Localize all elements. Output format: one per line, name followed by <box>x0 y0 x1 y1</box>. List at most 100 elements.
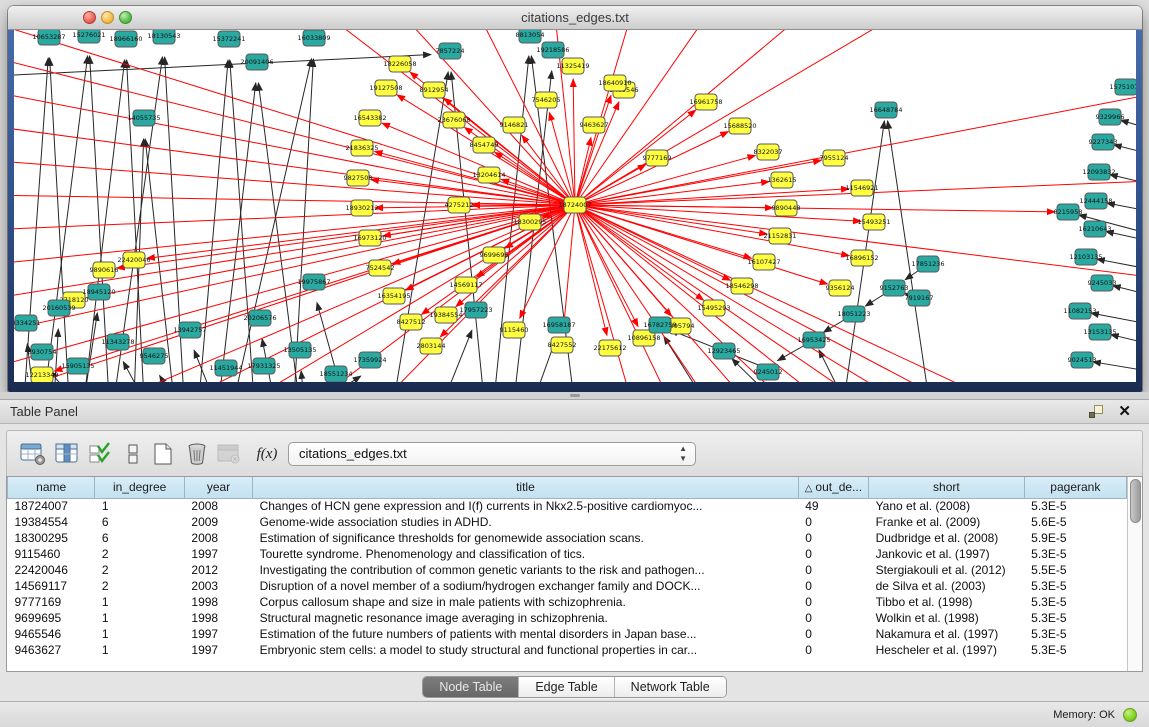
graph-node[interactable]: 8215958 <box>1054 204 1083 220</box>
graph-node[interactable]: 16958187 <box>542 317 575 333</box>
graph-node[interactable]: 18130543 <box>147 30 180 44</box>
graph-node[interactable]: 7546205 <box>532 92 561 108</box>
column-header-short[interactable]: short <box>869 477 1025 498</box>
table-row[interactable]: 946362711997Embryonic stem cells: a mode… <box>8 642 1127 658</box>
graph-node[interactable]: 9334251 <box>14 315 40 331</box>
graph-node[interactable]: 15751074 <box>1109 79 1136 95</box>
graph-node[interactable]: 18546298 <box>725 278 758 294</box>
select-all-icon[interactable] <box>87 440 115 468</box>
graph-node[interactable]: 10653287 <box>32 30 65 45</box>
graph-node[interactable]: 23676068 <box>437 112 470 128</box>
graph-node[interactable]: 15493251 <box>857 214 890 230</box>
graph-node[interactable]: 18226058 <box>383 56 416 72</box>
graph-node[interactable]: 22420046 <box>117 252 150 268</box>
graph-node[interactable]: 9546275 <box>140 348 169 364</box>
graph-node[interactable]: 15495293 <box>697 300 730 316</box>
graph-node[interactable]: 11082153 <box>1063 303 1096 319</box>
graph-node[interactable]: 20091406 <box>240 54 273 70</box>
graph-node[interactable]: 8930754 <box>28 344 57 360</box>
graph-node[interactable]: 9227343 <box>1089 134 1118 150</box>
table-row[interactable]: 1938455462009Genome-wide association stu… <box>8 514 1127 530</box>
table-row[interactable]: 969969511998Structural magnetic resonanc… <box>8 610 1127 626</box>
graph-node[interactable]: 2803144 <box>417 338 446 354</box>
graph-node[interactable]: 8813054 <box>516 30 545 43</box>
table-vertical-scrollbar[interactable] <box>1127 477 1142 671</box>
graph-node[interactable]: 8322037 <box>754 144 783 160</box>
column-header-pagerank[interactable]: pagerank <box>1024 477 1126 498</box>
table-row[interactable]: 911546021997Tourette syndrome. Phenomeno… <box>8 546 1127 562</box>
graph-node[interactable]: 9463627 <box>580 117 609 133</box>
graph-node[interactable]: 18551234 <box>319 366 352 382</box>
graph-node[interactable]: 17359924 <box>353 352 386 368</box>
graph-node[interactable]: 7919167 <box>905 290 934 306</box>
graph-node[interactable]: 12923465 <box>707 343 740 359</box>
close-panel-icon[interactable]: ✕ <box>1118 402 1131 420</box>
graph-node[interactable]: 12103135 <box>1069 249 1102 265</box>
graph-node[interactable]: 22175612 <box>593 340 626 356</box>
graph-node[interactable]: 9890616 <box>90 262 119 278</box>
network-canvas[interactable]: 1872400718226058191275081654338221836325… <box>14 30 1136 382</box>
row-height-icon[interactable] <box>119 440 147 468</box>
graph-node[interactable]: 13153135 <box>1083 324 1116 340</box>
graph-node[interactable]: 9245012 <box>754 364 783 380</box>
table-options-icon[interactable] <box>19 440 47 468</box>
table-selector-dropdown[interactable]: citations_edges.txt ▲▼ <box>288 442 696 466</box>
memory-ok-indicator-icon[interactable] <box>1123 708 1137 722</box>
graph-node[interactable]: 9245033 <box>1088 275 1117 291</box>
graph-node[interactable]: 9827508 <box>344 170 373 186</box>
table-row[interactable]: 1456911722003Disruption of a novel membe… <box>8 578 1127 594</box>
scrollbar-thumb[interactable] <box>1130 479 1141 523</box>
graph-node[interactable]: 8427552 <box>548 337 577 353</box>
graph-node[interactable]: 7955124 <box>820 150 849 166</box>
graph-node[interactable]: 9699695 <box>480 247 509 263</box>
graph-node[interactable]: 17957223 <box>459 302 492 318</box>
graph-node[interactable]: 17851236 <box>911 256 944 272</box>
graph-node[interactable]: 18051223 <box>837 306 870 322</box>
graph-node[interactable]: 16961758 <box>689 94 722 110</box>
graph-node[interactable]: 16033809 <box>297 30 330 46</box>
column-header-title[interactable]: title <box>253 477 799 498</box>
panel-splitter[interactable] <box>0 392 1149 399</box>
graph-node[interactable]: 16543382 <box>353 110 386 126</box>
graph-node[interactable]: 9777169 <box>643 150 672 166</box>
column-header-name[interactable]: name <box>8 477 95 498</box>
graph-node[interactable]: 16210643 <box>1078 221 1111 237</box>
graph-node[interactable]: 8454749 <box>470 137 499 153</box>
graph-node[interactable]: 18966160 <box>109 31 142 47</box>
graph-node[interactable]: 8912954 <box>420 82 449 98</box>
tab-edge-table[interactable]: Edge Table <box>519 677 614 697</box>
node-table[interactable]: namein_degreeyeartitle△out_de...shortpag… <box>7 477 1127 658</box>
float-panel-icon[interactable] <box>1089 405 1103 418</box>
graph-node[interactable]: 15276021 <box>72 30 105 43</box>
delete-table-icon[interactable] <box>183 440 211 468</box>
graph-node[interactable]: 9329966 <box>1096 109 1125 125</box>
graph-node[interactable]: 7524542 <box>366 260 395 276</box>
graph-node[interactable]: 7857224 <box>436 43 465 59</box>
table-row[interactable]: 1872400712008Changes of HCN gene express… <box>8 498 1127 514</box>
table-row[interactable]: 2242004622012Investigating the contribut… <box>8 562 1127 578</box>
graph-node[interactable]: 9890448 <box>772 200 801 216</box>
tab-network-table[interactable]: Network Table <box>615 677 726 697</box>
graph-node[interactable]: 9115460 <box>500 322 529 338</box>
network-graph[interactable]: 1872400718226058191275081654338221836325… <box>14 30 1136 382</box>
show-columns-icon[interactable] <box>53 440 81 468</box>
graph-node[interactable]: 4275212 <box>445 197 474 213</box>
graph-node[interactable]: 8427512 <box>397 314 426 330</box>
graph-node[interactable]: 19127508 <box>369 80 402 96</box>
graph-node[interactable]: 15688520 <box>723 118 756 134</box>
table-row[interactable]: 1830029562008Estimation of significance … <box>8 530 1127 546</box>
graph-node[interactable]: 1362615 <box>768 172 797 188</box>
graph-node[interactable]: 19218586 <box>536 42 569 58</box>
graph-node[interactable]: 12093832 <box>1082 164 1115 180</box>
function-builder-icon[interactable]: f(x) <box>253 440 281 468</box>
graph-node[interactable]: 16953425 <box>797 332 830 348</box>
network-window-titlebar[interactable]: citations_edges.txt <box>8 6 1142 30</box>
graph-node[interactable]: 15372241 <box>212 31 245 47</box>
column-header-year[interactable]: year <box>184 477 252 498</box>
tab-node-table[interactable]: Node Table <box>423 677 519 697</box>
graph-node[interactable]: 9356124 <box>826 280 855 296</box>
graph-node[interactable]: 21152831 <box>763 228 796 244</box>
column-header-out_degree[interactable]: △out_de... <box>798 477 868 498</box>
graph-node[interactable]: 12444158 <box>1079 193 1112 209</box>
table-row[interactable]: 977716911998Corpus callosum shape and si… <box>8 594 1127 610</box>
